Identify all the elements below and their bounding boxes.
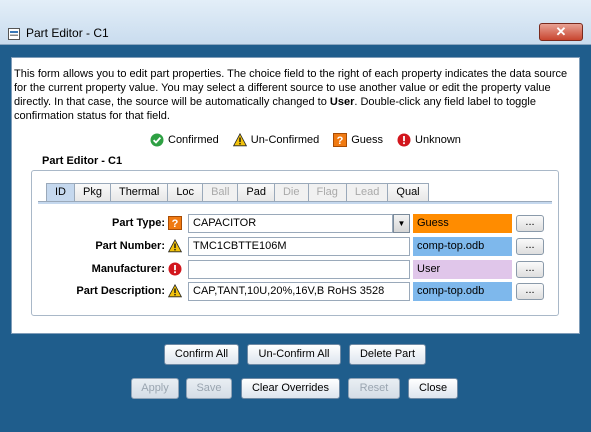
window-title: Part Editor - C1 <box>26 26 109 40</box>
tab-pkg[interactable]: Pkg <box>74 183 111 202</box>
tab-pad[interactable]: Pad <box>237 183 275 202</box>
close-window-button[interactable]: ✕ <box>539 23 583 41</box>
part-description-label[interactable]: Part Description: <box>76 285 165 297</box>
warning-icon <box>168 284 182 298</box>
legend-unknown: Unknown <box>415 134 461 146</box>
clear-overrides-button[interactable]: Clear Overrides <box>241 378 340 399</box>
legend-guess: Guess <box>351 134 384 146</box>
unconfirm-all-button[interactable]: Un-Confirm All <box>247 344 341 365</box>
part-number-more-button[interactable]: ... <box>516 238 544 255</box>
legend-confirmed: Confirmed <box>168 134 219 146</box>
tab-lead: Lead <box>345 183 389 202</box>
description-user-word: User <box>329 96 355 108</box>
confirm-all-button[interactable]: Confirm All <box>164 344 239 365</box>
question-icon: ? <box>333 133 348 147</box>
manufacturer-label[interactable]: Manufacturer: <box>92 263 165 275</box>
part-type-label[interactable]: Part Type: <box>112 217 165 229</box>
save-button: Save <box>186 378 232 399</box>
tab-qual[interactable]: Qual <box>387 183 429 202</box>
part-type-combo[interactable]: CAPACITOR <box>188 214 393 233</box>
svg-text:?: ? <box>337 135 344 147</box>
warning-icon <box>232 133 247 147</box>
part-number-source[interactable]: comp-top.odb <box>413 237 512 256</box>
manufacturer-more-button[interactable]: ... <box>516 261 544 278</box>
part-description-source[interactable]: comp-top.odb <box>413 282 512 301</box>
tab-strip: ID Pkg Thermal Loc Ball Pad Die Flag Lea… <box>46 183 429 202</box>
chevron-down-icon[interactable]: ▼ <box>393 214 410 233</box>
tab-die: Die <box>273 183 309 202</box>
part-description-more-button[interactable]: ... <box>516 283 544 300</box>
tab-loc[interactable]: Loc <box>167 183 204 202</box>
description-text: This form allows you to edit part proper… <box>14 67 574 123</box>
close-button[interactable]: Close <box>408 378 458 399</box>
part-number-field[interactable]: TMC1CBTTE106M <box>188 237 410 256</box>
tab-content-border <box>38 201 552 204</box>
group-title: Part Editor - C1 <box>42 155 123 167</box>
title-bar[interactable]: Part Editor - C1 ✕ <box>0 0 591 45</box>
tab-flag: Flag <box>307 183 347 202</box>
part-description-field[interactable]: CAP,TANT,10U,20%,16V,B RoHS 3528 <box>188 282 410 301</box>
apply-button: Apply <box>131 378 179 399</box>
tab-thermal[interactable]: Thermal <box>109 183 169 202</box>
warning-icon <box>168 239 182 253</box>
svg-text:?: ? <box>172 218 179 230</box>
error-icon <box>397 133 411 147</box>
status-legend: Confirmed Un-Confirmed ? Guess Unknown <box>150 132 461 148</box>
tab-ball: Ball <box>202 183 239 202</box>
reset-button: Reset <box>348 378 400 399</box>
app-icon <box>8 28 20 40</box>
part-type-more-button[interactable]: ... <box>516 215 544 232</box>
manufacturer-source[interactable]: User <box>413 260 512 279</box>
tab-id[interactable]: ID <box>46 183 75 202</box>
delete-part-button[interactable]: Delete Part <box>349 344 426 365</box>
check-circle-icon <box>150 133 164 147</box>
part-type-source[interactable]: Guess <box>413 214 512 233</box>
part-editor-window: Part Editor - C1 ✕ This form allows you … <box>0 0 591 432</box>
part-number-label[interactable]: Part Number: <box>95 240 165 252</box>
error-icon <box>168 262 182 276</box>
legend-unconfirmed: Un-Confirmed <box>250 134 320 146</box>
question-icon: ? <box>168 216 182 230</box>
manufacturer-field[interactable] <box>188 260 410 279</box>
